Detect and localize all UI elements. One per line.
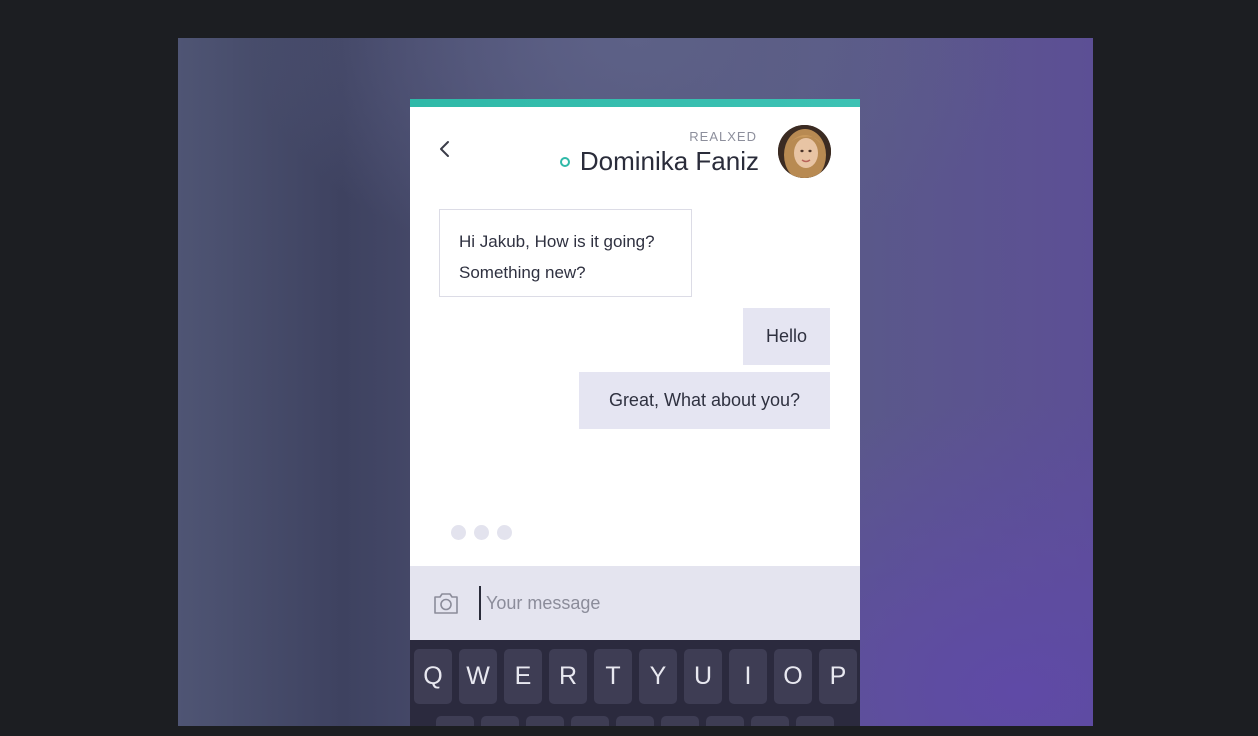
outgoing-message-bubble: Great, What about you? xyxy=(579,372,830,429)
on-screen-keyboard: Q W E R T Y U I O P xyxy=(410,640,860,726)
key-q[interactable]: Q xyxy=(414,649,452,704)
contact-status-label: REALXED xyxy=(689,129,757,144)
key-e[interactable]: E xyxy=(504,649,542,704)
key[interactable] xyxy=(796,716,834,726)
key-t[interactable]: T xyxy=(594,649,632,704)
typing-dot xyxy=(497,525,512,540)
typing-dot xyxy=(451,525,466,540)
key[interactable] xyxy=(481,716,519,726)
video-frame: REALXED Dominika Faniz Hi Jakub, How is … xyxy=(178,38,1093,726)
key-w[interactable]: W xyxy=(459,649,497,704)
key[interactable] xyxy=(616,716,654,726)
camera-icon[interactable] xyxy=(432,590,460,616)
key[interactable] xyxy=(436,716,474,726)
typing-indicator xyxy=(451,525,512,540)
chevron-left-icon[interactable] xyxy=(436,137,454,161)
keyboard-row xyxy=(436,716,834,726)
incoming-message-line: Something new? xyxy=(459,263,586,282)
chat-header: REALXED Dominika Faniz xyxy=(410,107,860,199)
contact-name-row: Dominika Faniz xyxy=(559,146,759,177)
incoming-message-bubble: Hi Jakub, How is it going? Something new… xyxy=(439,209,692,297)
accent-bar xyxy=(410,99,860,107)
key-y[interactable]: Y xyxy=(639,649,677,704)
message-input[interactable] xyxy=(479,586,846,620)
message-composer xyxy=(410,566,860,640)
chat-screen: REALXED Dominika Faniz Hi Jakub, How is … xyxy=(410,99,860,726)
key[interactable] xyxy=(706,716,744,726)
incoming-message-line: Hi Jakub, How is it going? xyxy=(459,232,655,251)
keyboard-row: Q W E R T Y U I O P xyxy=(414,649,857,704)
typing-dot xyxy=(474,525,489,540)
outgoing-message-bubble: Hello xyxy=(743,308,830,365)
key-p[interactable]: P xyxy=(819,649,857,704)
key[interactable] xyxy=(571,716,609,726)
key-r[interactable]: R xyxy=(549,649,587,704)
key-o[interactable]: O xyxy=(774,649,812,704)
avatar-photo-icon xyxy=(778,125,831,178)
avatar[interactable] xyxy=(778,125,831,178)
key-u[interactable]: U xyxy=(684,649,722,704)
key[interactable] xyxy=(661,716,699,726)
key[interactable] xyxy=(751,716,789,726)
online-status-icon xyxy=(559,156,570,167)
key-i[interactable]: I xyxy=(729,649,767,704)
key[interactable] xyxy=(526,716,564,726)
contact-name: Dominika Faniz xyxy=(579,146,759,176)
